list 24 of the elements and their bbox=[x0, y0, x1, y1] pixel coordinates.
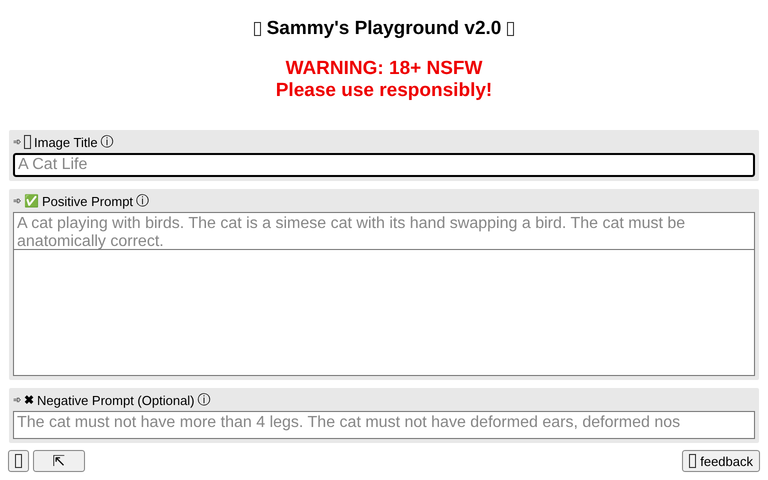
field-label: Positive Prompt bbox=[42, 194, 134, 208]
title-field[interactable]: A Cat Life bbox=[13, 153, 755, 177]
info-symbol: ⓘ bbox=[100, 133, 114, 151]
missing-glyph-icon bbox=[254, 22, 261, 36]
info-symbol: ⓘ bbox=[136, 192, 150, 210]
feedback-button[interactable]: feedback bbox=[682, 450, 760, 472]
missing-glyph-icon bbox=[15, 454, 22, 468]
missing-glyph-icon bbox=[507, 22, 514, 36]
check-mark: ✅ bbox=[24, 194, 39, 208]
prompt-field[interactable]: A cat playing with birds. The cat is a simese cat with its hand swapping a bird. The cat must be anatomically correct. bbox=[14, 213, 754, 250]
icon-button[interactable] bbox=[8, 450, 29, 472]
missing-glyph-icon bbox=[24, 135, 31, 149]
scroll-top-button[interactable]: ⇱ bbox=[33, 450, 85, 472]
warning-text: WARNING: 18+ NSFW bbox=[286, 58, 482, 80]
field-label: Negative Prompt (Optional) bbox=[37, 392, 195, 408]
prefix-symbol: ➾ bbox=[13, 195, 21, 207]
field-label: Image Title bbox=[34, 134, 98, 150]
warning-text: Please use responsibly! bbox=[276, 80, 492, 102]
prefix-symbol: ➾ bbox=[13, 394, 21, 406]
info-symbol: ⓘ bbox=[198, 391, 211, 409]
cross-mark: ✖ bbox=[24, 393, 34, 407]
page-title: Sammy's Playground v2.0 bbox=[266, 18, 502, 40]
missing-glyph-icon bbox=[689, 454, 696, 468]
prefix-symbol: ➾ bbox=[13, 136, 21, 148]
